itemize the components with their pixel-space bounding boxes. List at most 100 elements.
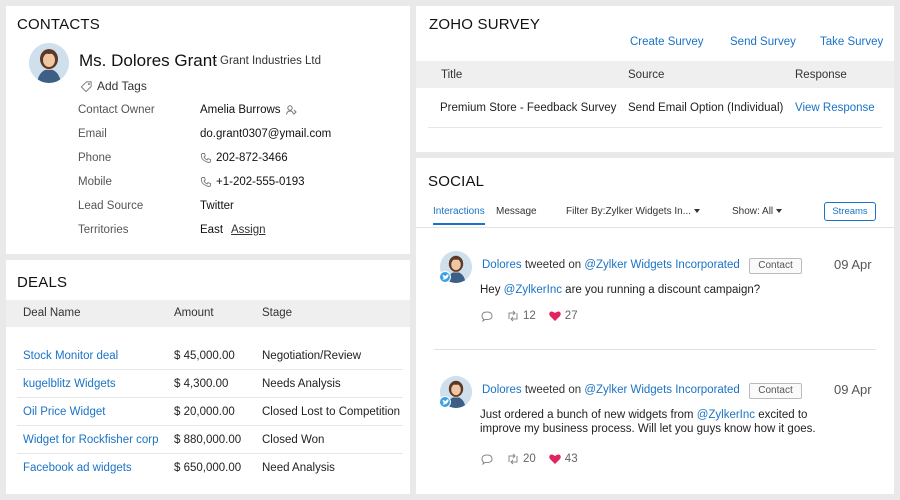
- view-response-link[interactable]: View Response: [795, 102, 875, 114]
- post-header: Dolores tweeted on @Zylker Widgets Incor…: [482, 384, 740, 396]
- post-date: 09 Apr: [834, 257, 872, 272]
- deal-name-link[interactable]: Widget for Rockfisher corp: [23, 434, 159, 446]
- send-survey-link[interactable]: Send Survey: [730, 36, 796, 48]
- post-target-link[interactable]: @Zylker Widgets Incorporated: [584, 259, 739, 271]
- deal-stage: Need Analysis: [262, 462, 335, 474]
- streams-button[interactable]: Streams: [824, 202, 876, 221]
- deal-amount: $ 880,000.00: [174, 434, 242, 446]
- table-row: Oil Price Widget $ 20,000.00 Closed Lost…: [17, 398, 403, 426]
- deals-table-header: Deal Name Amount Stage: [6, 300, 410, 327]
- contact-button[interactable]: Contact: [749, 258, 802, 274]
- deal-amount: $ 4,300.00: [174, 378, 229, 390]
- twitter-icon: [439, 271, 451, 283]
- post-text-pre: Just ordered a bunch of new widgets from: [480, 409, 697, 421]
- retweet-count: 12: [523, 310, 536, 322]
- deals-title: DEALS: [17, 274, 68, 291]
- tab-interactions[interactable]: Interactions: [433, 206, 485, 225]
- post-author-link[interactable]: Dolores: [482, 384, 522, 396]
- field-label: Contact Owner: [78, 104, 155, 116]
- contact-company: - Grant Industries Ltd: [213, 55, 322, 67]
- social-post: Dolores tweeted on @Zylker Widgets Incor…: [416, 251, 894, 371]
- post-mention-link[interactable]: @ZylkerInc: [504, 284, 562, 296]
- post-author-link[interactable]: Dolores: [482, 259, 522, 271]
- show-value: All: [762, 206, 774, 217]
- contact-button[interactable]: Contact: [749, 383, 802, 399]
- post-verb: tweeted on: [524, 259, 582, 271]
- table-row: Premium Store - Feedback Survey Send Ema…: [428, 88, 882, 128]
- survey-title: ZOHO SURVEY: [429, 16, 541, 33]
- table-row: Stock Monitor deal $ 45,000.00 Negotiati…: [17, 342, 403, 370]
- reply-button[interactable]: [480, 309, 494, 323]
- retweet-count: 20: [523, 453, 536, 465]
- table-row: kugelblitz Widgets $ 4,300.00 Needs Anal…: [17, 370, 403, 398]
- post-verb: tweeted on: [524, 384, 582, 396]
- phone-icon[interactable]: [200, 176, 212, 188]
- post-text: Just ordered a bunch of new widgets from…: [480, 408, 850, 436]
- field-value: Amelia Burrows: [200, 104, 297, 116]
- assign-link[interactable]: Assign: [231, 224, 266, 236]
- phone-icon[interactable]: [200, 152, 212, 164]
- mobile-value[interactable]: +1-202-555-0193: [216, 176, 305, 188]
- create-survey-link[interactable]: Create Survey: [630, 36, 704, 48]
- deal-name-link[interactable]: Oil Price Widget: [23, 406, 105, 418]
- post-divider: [434, 349, 876, 350]
- post-actions: 12 27: [480, 309, 590, 323]
- contact-avatar: [29, 43, 69, 83]
- column-header: Source: [628, 69, 665, 81]
- column-header: Amount: [174, 307, 214, 319]
- deal-stage: Negotiation/Review: [262, 350, 362, 362]
- deal-amount: $ 650,000.00: [174, 462, 242, 474]
- post-avatar: [439, 376, 472, 408]
- social-panel: SOCIAL Interactions Message Filter By:Zy…: [416, 158, 894, 494]
- field-label: Territories: [78, 224, 129, 236]
- post-avatar: [439, 251, 472, 283]
- add-tags-button[interactable]: Add Tags: [80, 79, 147, 93]
- like-button[interactable]: 27: [548, 309, 578, 323]
- territory-value: East: [200, 224, 224, 236]
- like-button[interactable]: 43: [548, 452, 578, 466]
- field-mobile: Mobile +1-202-555-0193: [78, 176, 398, 196]
- deal-name-link[interactable]: Facebook ad widgets: [23, 462, 132, 474]
- post-text-post: are you running a discount campaign?: [561, 284, 761, 296]
- reply-button[interactable]: [480, 452, 494, 466]
- deal-amount: $ 20,000.00: [174, 406, 235, 418]
- survey-row-source: Send Email Option (Individual): [628, 102, 784, 114]
- change-owner-icon[interactable]: [285, 104, 297, 116]
- contacts-title: CONTACTS: [17, 16, 100, 33]
- contacts-panel: CONTACTS Ms. Dolores Grant - Grant Indus…: [6, 6, 410, 254]
- deal-stage: Closed Lost to Competition: [262, 406, 401, 418]
- post-text-pre: Hey: [480, 284, 504, 296]
- post-mention-link[interactable]: @ZylkerInc: [697, 409, 755, 421]
- survey-row-title: Premium Store - Feedback Survey: [440, 102, 617, 114]
- retweet-button[interactable]: 12: [506, 309, 536, 323]
- filter-dropdown[interactable]: Filter By:Zylker Widgets In...: [566, 206, 701, 217]
- post-target-link[interactable]: @Zylker Widgets Incorporated: [584, 384, 739, 396]
- field-value: 202-872-3466: [200, 152, 288, 164]
- deal-stage: Closed Won: [262, 434, 325, 446]
- take-survey-link[interactable]: Take Survey: [820, 36, 883, 48]
- field-territories: Territories East Assign: [78, 224, 398, 244]
- deal-name-link[interactable]: kugelblitz Widgets: [23, 378, 116, 390]
- deal-name-link[interactable]: Stock Monitor deal: [23, 350, 118, 362]
- deal-stage: Needs Analysis: [262, 378, 341, 390]
- show-label: Show:: [732, 206, 760, 217]
- lead-source-value: Twitter: [200, 200, 234, 212]
- field-phone: Phone 202-872-3466: [78, 152, 398, 172]
- field-value: East Assign: [200, 224, 266, 236]
- email-value[interactable]: do.grant0307@ymail.com: [200, 128, 331, 140]
- social-title: SOCIAL: [428, 173, 485, 190]
- post-actions: 20 43: [480, 452, 590, 466]
- field-label: Lead Source: [78, 200, 144, 212]
- like-count: 43: [564, 453, 578, 465]
- tab-message[interactable]: Message: [496, 206, 537, 217]
- show-dropdown[interactable]: Show: All: [732, 206, 783, 217]
- column-header: Stage: [262, 307, 293, 319]
- table-row: Widget for Rockfisher corp $ 880,000.00 …: [17, 426, 403, 454]
- column-header: Title: [441, 69, 463, 81]
- social-post: Dolores tweeted on @Zylker Widgets Incor…: [416, 376, 894, 496]
- filter-label: Filter By:Zylker Widgets In...: [566, 206, 692, 217]
- phone-value[interactable]: 202-872-3466: [216, 152, 288, 164]
- column-header: Response: [795, 69, 847, 81]
- heart-icon: [549, 311, 561, 321]
- retweet-button[interactable]: 20: [506, 452, 536, 466]
